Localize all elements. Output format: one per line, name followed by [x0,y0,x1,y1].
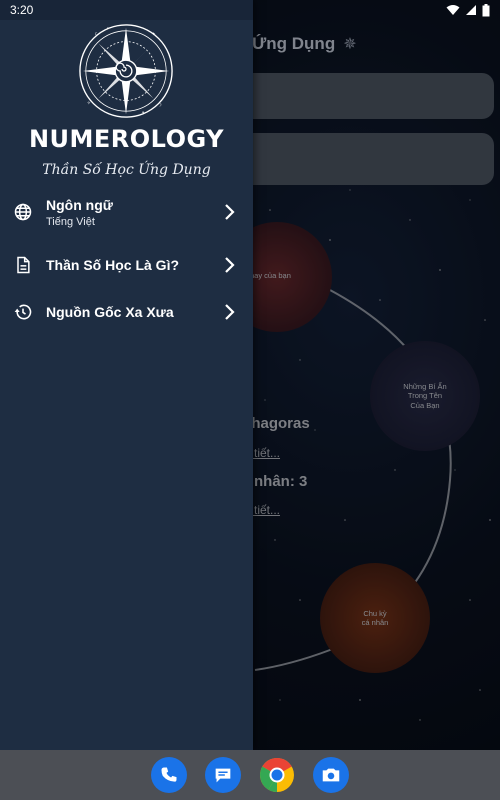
svg-text:✧: ✧ [87,100,91,106]
messages-icon [215,768,231,783]
menu-item-label: Ngôn ngữ [46,196,113,213]
menu-item-what-is-numerology[interactable]: Thần Số Học Là Gì? [0,245,253,285]
dock-messages-app[interactable] [205,757,241,793]
dock-chrome-app[interactable] [259,757,295,793]
numerology-logo: ☾ ✦ ✧ ☽ • • [77,22,175,120]
dock-camera-app[interactable] [313,757,349,793]
menu-item-text: Thần Số Học Là Gì? [46,257,179,273]
navigation-drawer: ☾ ✦ ✧ ☽ • • NUMEROLOGY Thần Số Học Ứng Dụng… [0,0,253,750]
compass-logo-icon: ☾ ✦ ✧ ☽ • • [79,24,173,118]
svg-text:•: • [106,26,109,32]
chevron-right-icon [225,257,235,273]
svg-text:☽: ☽ [157,102,161,108]
document-icon [17,256,30,274]
svg-text:•: • [142,110,145,116]
menu-item-label: Nguồn Gốc Xa Xưa [46,304,174,320]
brand-title: NUMEROLOGY [28,125,225,153]
menu-item-language[interactable]: Ngôn ngữ Tiếng Việt [0,192,253,232]
svg-text:✦: ✦ [151,32,155,38]
signal-icon [466,5,476,15]
chevron-right-icon [225,204,235,220]
menu-item-ancient-origins[interactable]: Nguồn Gốc Xa Xưa [0,292,253,332]
status-bar: 3:20 [0,0,500,20]
history-icon [14,304,32,320]
status-time: 3:20 [10,3,34,17]
phone-icon [161,767,177,782]
globe-icon [14,203,32,221]
menu-item-text: Ngôn ngữ Tiếng Việt [46,197,113,228]
chrome-icon [260,758,294,792]
menu-item-text: Nguồn Gốc Xa Xưa [46,304,174,320]
battery-icon [482,3,490,16]
menu-item-label: Thần Số Học Là Gì? [46,257,180,273]
app-dock [0,750,500,800]
dock-phone-app[interactable] [151,757,187,793]
wifi-icon [446,5,460,15]
camera-icon [322,768,340,782]
svg-text:☾: ☾ [95,32,99,38]
menu-item-sublabel: Tiếng Việt [46,215,95,228]
chevron-right-icon [225,304,235,320]
brand-subtitle: Thần Số Học Ứng Dụng [42,162,211,178]
